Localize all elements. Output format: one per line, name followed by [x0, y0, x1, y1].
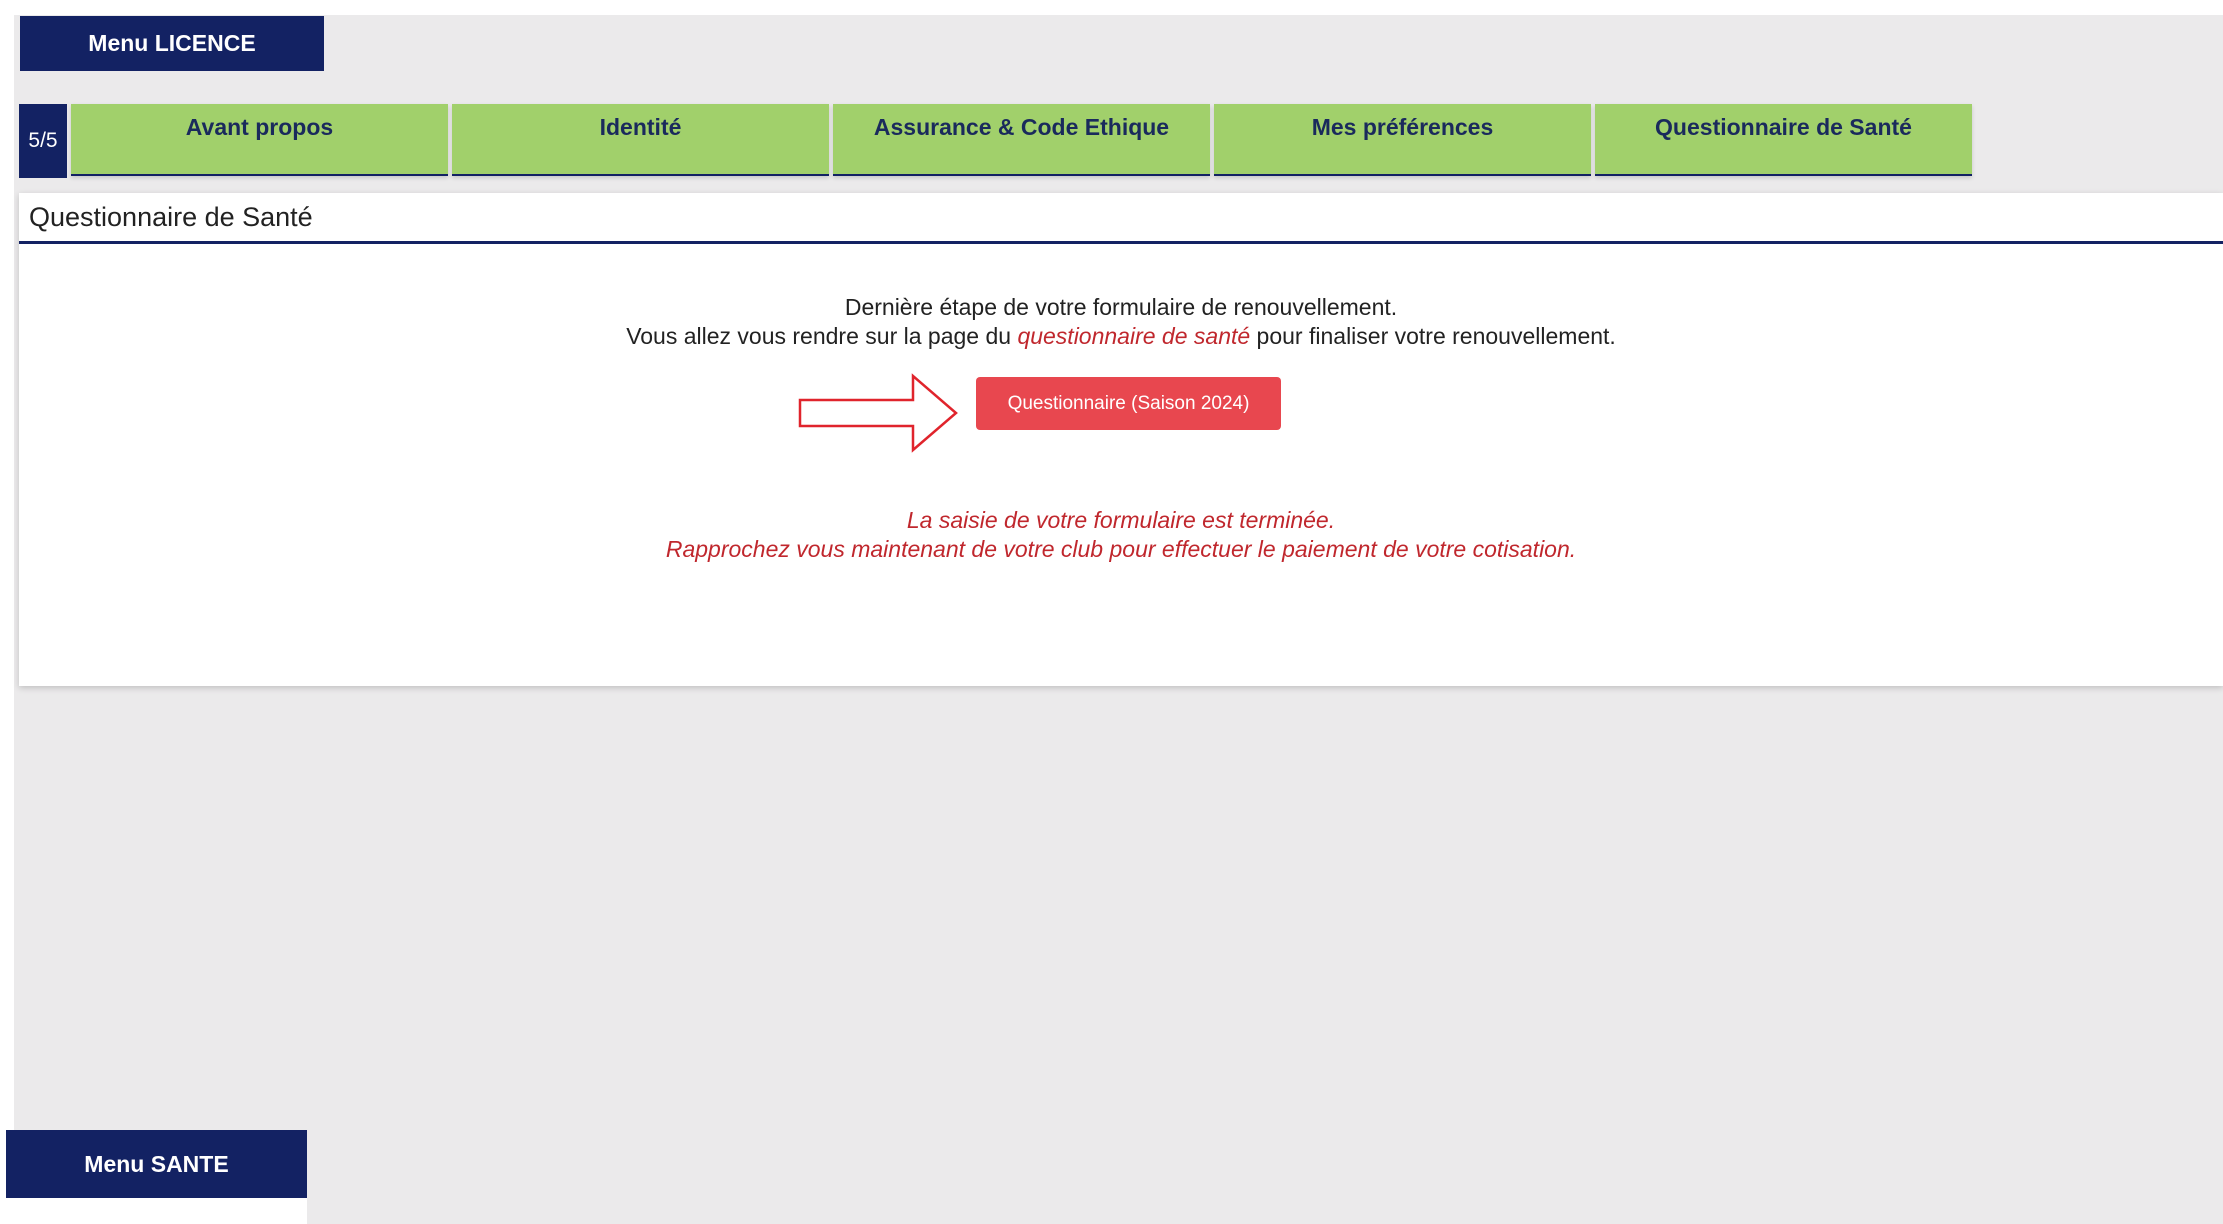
- tab-identite[interactable]: Identité: [452, 104, 829, 176]
- menu-licence-button[interactable]: Menu LICENCE: [20, 16, 324, 71]
- menu-sante-button[interactable]: Menu SANTE: [6, 1130, 307, 1198]
- intro-line-2-before: Vous allez vous rendre sur la page du: [626, 323, 1018, 349]
- completion-line-2: Rapprochez vous maintenant de votre club…: [665, 536, 1577, 562]
- arrow-right-outline-icon: [798, 373, 958, 453]
- intro-text: Dernière étape de votre formulaire de re…: [19, 293, 2223, 351]
- tab-assurance-code-ethique[interactable]: Assurance & Code Ethique: [833, 104, 1210, 176]
- intro-line-2-after: pour finaliser votre renouvellement.: [1250, 323, 1616, 349]
- questionnaire-panel: Questionnaire de Santé Dernière étape de…: [19, 193, 2223, 686]
- intro-line-1: Dernière étape de votre formulaire de re…: [844, 294, 1398, 320]
- questionnaire-de-sante-link: questionnaire de santé: [1017, 323, 1251, 349]
- completion-line-1: La saisie de votre formulaire est termin…: [906, 507, 1336, 533]
- bottom-strip: [307, 1130, 2223, 1224]
- intro-line-2: Vous allez vous rendre sur la page du qu…: [19, 322, 2223, 351]
- tab-avant-propos[interactable]: Avant propos: [71, 104, 448, 176]
- panel-title: Questionnaire de Santé: [19, 193, 2223, 244]
- questionnaire-button[interactable]: Questionnaire (Saison 2024): [976, 377, 1281, 430]
- completion-message: La saisie de votre formulaire est termin…: [19, 506, 2223, 564]
- tab-questionnaire-de-sante[interactable]: Questionnaire de Santé: [1595, 104, 1972, 176]
- tab-mes-preferences[interactable]: Mes préférences: [1214, 104, 1591, 176]
- step-tabs: 5/5 Avant propos Identité Assurance & Co…: [19, 104, 1972, 178]
- step-counter: 5/5: [19, 104, 67, 178]
